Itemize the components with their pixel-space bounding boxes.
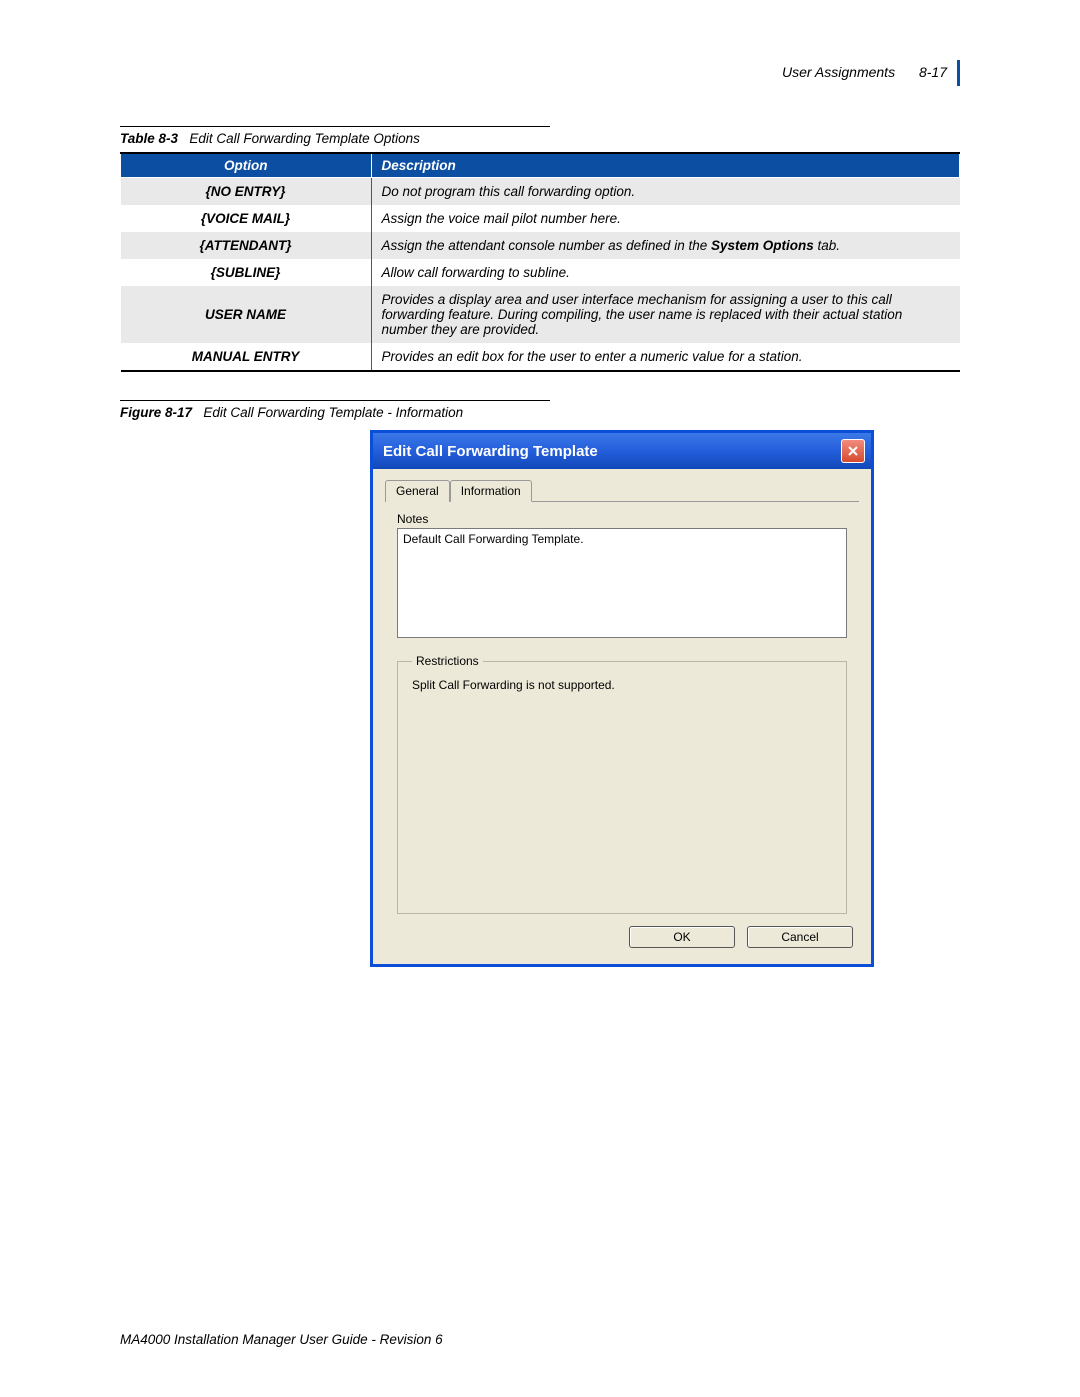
dialog-titlebar: Edit Call Forwarding Template — [373, 433, 871, 469]
option-cell: MANUAL ENTRY — [121, 343, 372, 371]
desc-cell: Provides a display area and user interfa… — [371, 286, 960, 343]
table-row: {SUBLINE} Allow call forwarding to subli… — [121, 259, 960, 286]
restrictions-group: Restrictions Split Call Forwarding is no… — [397, 654, 847, 914]
notes-value: Default Call Forwarding Template. — [403, 532, 584, 546]
caption-rule — [120, 126, 550, 127]
desc-cell: Allow call forwarding to subline. — [371, 259, 960, 286]
option-cell: {NO ENTRY} — [121, 178, 372, 206]
col-header-option: Option — [121, 153, 372, 178]
tab-general[interactable]: General — [385, 480, 450, 502]
table-row: {VOICE MAIL} Assign the voice mail pilot… — [121, 205, 960, 232]
table-caption-label: Table 8-3 — [120, 131, 178, 146]
restrictions-text: Split Call Forwarding is not supported. — [412, 678, 832, 692]
close-icon[interactable] — [841, 439, 865, 463]
figure-caption-text: Edit Call Forwarding Template - Informat… — [203, 405, 463, 420]
ok-button[interactable]: OK — [629, 926, 735, 948]
desc-cell: Assign the attendant console number as d… — [371, 232, 960, 259]
table-row: MANUAL ENTRY Provides an edit box for th… — [121, 343, 960, 371]
desc-cell: Do not program this call forwarding opti… — [371, 178, 960, 206]
cancel-button[interactable]: Cancel — [747, 926, 853, 948]
table-caption: Table 8-3 Edit Call Forwarding Template … — [120, 131, 960, 146]
desc-cell: Provides an edit box for the user to ent… — [371, 343, 960, 371]
option-cell: {VOICE MAIL} — [121, 205, 372, 232]
table-row: USER NAME Provides a display area and us… — [121, 286, 960, 343]
dialog-title: Edit Call Forwarding Template — [383, 443, 598, 460]
header-page-number: 8-17 — [919, 64, 947, 80]
figure-caption: Figure 8-17 Edit Call Forwarding Templat… — [120, 405, 960, 420]
restrictions-legend: Restrictions — [412, 654, 483, 668]
caption-rule — [120, 400, 550, 401]
figure-caption-label: Figure 8-17 — [120, 405, 192, 420]
option-cell: USER NAME — [121, 286, 372, 343]
tab-bar: General Information — [385, 479, 859, 502]
page-header: User Assignments 8-17 — [120, 60, 960, 86]
table-caption-text: Edit Call Forwarding Template Options — [189, 131, 420, 146]
tab-information[interactable]: Information — [450, 480, 532, 502]
header-section: User Assignments — [782, 64, 895, 80]
table-row: {NO ENTRY} Do not program this call forw… — [121, 178, 960, 206]
desc-cell: Assign the voice mail pilot number here. — [371, 205, 960, 232]
option-cell: {SUBLINE} — [121, 259, 372, 286]
page-footer: MA4000 Installation Manager User Guide -… — [120, 1332, 443, 1347]
x-icon — [847, 445, 859, 457]
options-table: Option Description {NO ENTRY} Do not pro… — [120, 152, 960, 372]
dialog-window: Edit Call Forwarding Template General In… — [370, 430, 874, 967]
table-row: {ATTENDANT} Assign the attendant console… — [121, 232, 960, 259]
option-cell: {ATTENDANT} — [121, 232, 372, 259]
notes-label: Notes — [397, 512, 859, 526]
col-header-description: Description — [371, 153, 960, 178]
notes-textarea[interactable]: Default Call Forwarding Template. — [397, 528, 847, 638]
